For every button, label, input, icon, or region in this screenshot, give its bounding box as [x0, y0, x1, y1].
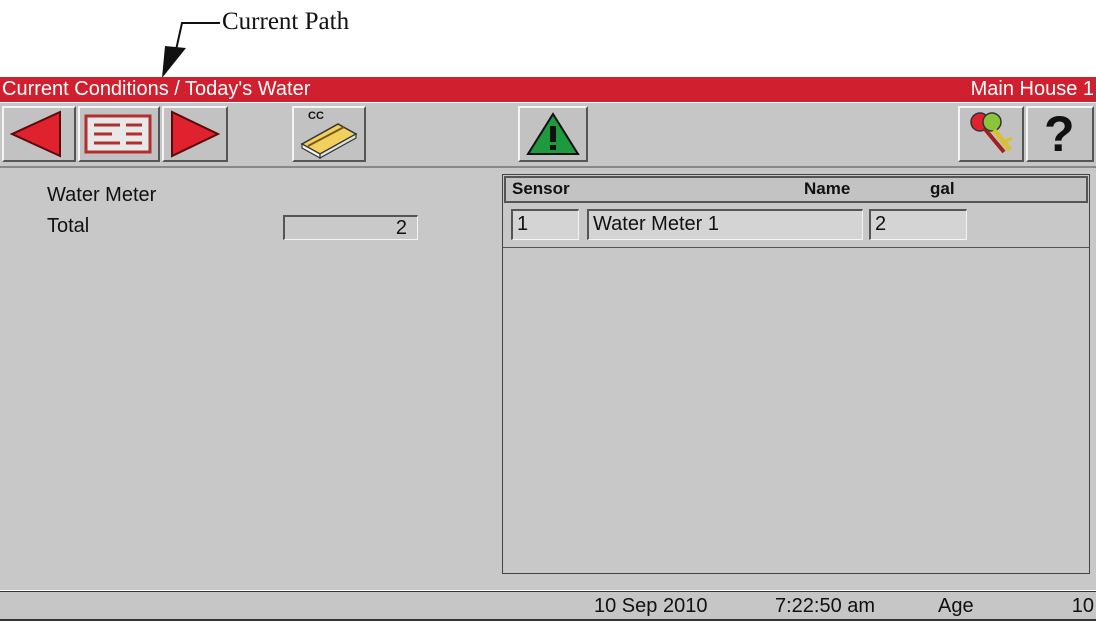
row-sensor: 1	[511, 209, 579, 240]
annotation-arrow-icon	[162, 22, 220, 78]
list-view-icon	[84, 114, 152, 154]
total-value: 2	[283, 215, 418, 240]
alarm-button[interactable]	[518, 106, 588, 162]
annotation-label: Current Path	[222, 8, 350, 35]
status-time: 7:22:50 am	[775, 595, 876, 617]
status-bar: 10 Sep 2010 7:22:50 am Age 10	[0, 591, 1096, 621]
next-button[interactable]	[162, 106, 228, 162]
keys-button[interactable]	[958, 106, 1024, 162]
table-header: Sensor Name gal	[504, 176, 1088, 203]
total-label: Total	[47, 215, 90, 237]
right-arrow-icon	[171, 110, 221, 158]
list-view-button[interactable]	[78, 106, 160, 162]
toolbar: CC ?	[0, 103, 1096, 168]
house-name: Main House 1	[970, 78, 1094, 100]
table-row[interactable]: 1 Water Meter 1 2	[503, 205, 1089, 248]
status-age-value: 10	[1071, 595, 1094, 617]
section-title: Water Meter	[47, 184, 157, 206]
previous-button[interactable]	[2, 106, 76, 162]
keys-icon	[970, 112, 1013, 154]
help-icon: ?	[1044, 106, 1075, 162]
current-path: Current Conditions / Today's Water	[2, 78, 311, 100]
title-bar: Current Conditions / Today's Water Main …	[0, 77, 1096, 102]
header-sensor: Sensor	[512, 179, 570, 198]
house-button[interactable]: CC	[292, 106, 366, 162]
house-icon	[300, 123, 358, 160]
header-name: Name	[804, 179, 851, 198]
status-age-label: Age	[938, 595, 974, 617]
status-date: 10 Sep 2010	[594, 595, 708, 617]
left-arrow-icon	[9, 110, 61, 158]
row-name: Water Meter 1	[587, 209, 863, 240]
header-unit: gal	[930, 179, 955, 198]
help-button[interactable]: ?	[1026, 106, 1094, 162]
row-value: 2	[869, 209, 967, 240]
alarm-warning-icon	[526, 112, 580, 155]
